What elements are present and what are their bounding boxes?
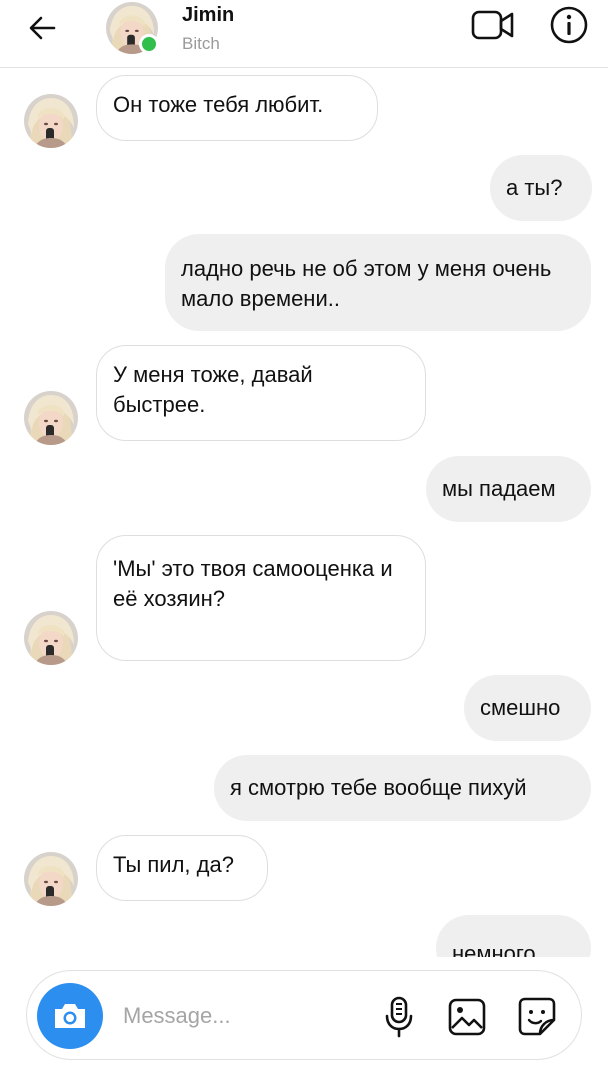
gallery-button[interactable] bbox=[447, 997, 487, 1037]
outgoing-message[interactable]: ладно речь не об этом у меня очень мало … bbox=[165, 234, 591, 331]
voice-message-button[interactable] bbox=[379, 995, 419, 1039]
sender-avatar[interactable] bbox=[24, 852, 78, 906]
incoming-message[interactable]: Он тоже тебя любит. bbox=[96, 75, 378, 141]
contact-status: Bitch bbox=[182, 34, 220, 53]
video-camera-icon bbox=[471, 10, 514, 40]
arrow-left-icon bbox=[29, 16, 56, 40]
incoming-message[interactable]: У меня тоже, давай быстрее. bbox=[96, 345, 426, 441]
online-status-dot bbox=[139, 34, 159, 54]
chat-header: Jimin Bitch bbox=[0, 0, 608, 68]
incoming-message[interactable]: 'Мы' это твоя самооценка и её хозяин? bbox=[96, 535, 426, 661]
outgoing-message[interactable]: немного bbox=[436, 915, 591, 957]
message-list[interactable]: Он тоже тебя любит. а ты? ладно речь не … bbox=[0, 69, 608, 957]
camera-button[interactable] bbox=[37, 983, 103, 1049]
outgoing-message[interactable]: мы падаем bbox=[426, 456, 591, 522]
sender-avatar[interactable] bbox=[24, 611, 78, 665]
sender-avatar[interactable] bbox=[24, 94, 78, 148]
microphone-icon bbox=[385, 996, 413, 1038]
image-icon bbox=[448, 998, 486, 1036]
camera-icon bbox=[55, 1004, 85, 1028]
sticker-icon bbox=[518, 997, 556, 1036]
outgoing-message[interactable]: а ты? bbox=[490, 155, 592, 221]
message-input[interactable] bbox=[123, 999, 363, 1033]
video-call-button[interactable] bbox=[470, 6, 516, 44]
sticker-button[interactable] bbox=[515, 995, 559, 1039]
message-composer bbox=[26, 970, 582, 1060]
info-icon bbox=[550, 6, 588, 44]
incoming-message[interactable]: Ты пил, да? bbox=[96, 835, 268, 901]
info-button[interactable] bbox=[548, 4, 590, 46]
back-button[interactable] bbox=[24, 10, 60, 46]
sender-avatar[interactable] bbox=[24, 391, 78, 445]
outgoing-message[interactable]: смешно bbox=[464, 675, 591, 741]
outgoing-message[interactable]: я смотрю тебе вообще пихуй bbox=[214, 755, 591, 821]
contact-name[interactable]: Jimin bbox=[182, 4, 234, 27]
